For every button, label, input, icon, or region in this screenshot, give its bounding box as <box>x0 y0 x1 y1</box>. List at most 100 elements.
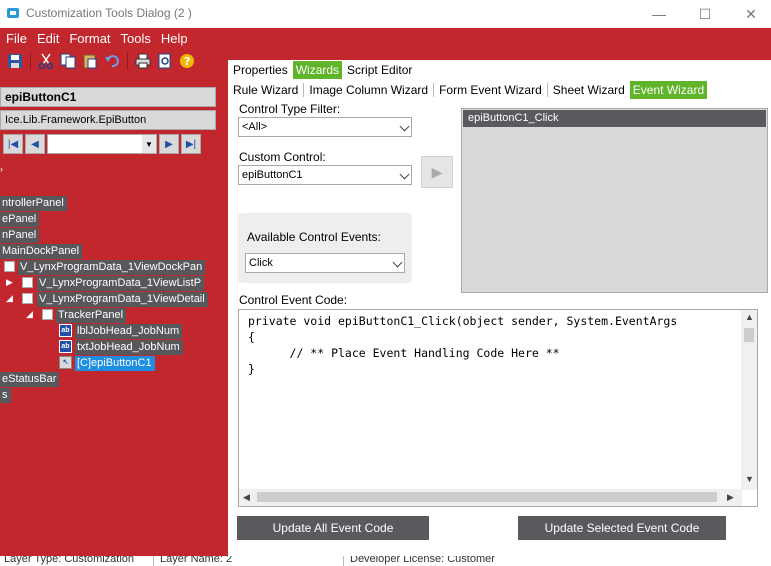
tree-scroll-marker: › <box>0 164 3 174</box>
status-divider <box>343 556 344 566</box>
scroll-down-icon[interactable]: ▼ <box>745 474 754 484</box>
next-record-icon[interactable]: ▶ <box>159 134 179 154</box>
tree-folder-icon <box>4 261 15 272</box>
event-code-editor[interactable]: private void epiButtonC1_Click(object se… <box>238 309 758 507</box>
tab-image-column-wizard[interactable]: Image Column Wizard <box>306 81 431 99</box>
tab-divider <box>546 83 548 97</box>
first-record-icon[interactable]: |◀ <box>3 134 23 154</box>
control-type-filter-value: <All> <box>242 121 268 133</box>
tree-node[interactable]: eStatusBar <box>0 372 60 387</box>
update-all-event-code-button[interactable]: Update All Event Code <box>237 516 429 540</box>
tab-rule-wizard[interactable]: Rule Wizard <box>230 81 301 99</box>
record-select[interactable]: ▼ <box>47 134 157 154</box>
toolbar-separator <box>127 52 128 70</box>
expand-arrow-icon[interactable]: ▶ <box>6 277 13 288</box>
tab-properties[interactable]: Properties <box>230 61 291 79</box>
custom-control-select[interactable]: epiButtonC1 <box>238 165 412 185</box>
tree-node[interactable]: V_LynxProgramData_1ViewListP <box>37 276 205 291</box>
scroll-up-icon[interactable]: ▲ <box>745 312 754 322</box>
tree-folder-icon <box>42 309 53 320</box>
record-navigator: |◀ ◀ ▼ ▶ ▶| <box>3 134 216 154</box>
menu-format[interactable]: Format <box>64 30 115 48</box>
last-record-icon[interactable]: ▶| <box>181 134 201 154</box>
paste-icon[interactable] <box>79 51 101 71</box>
horizontal-scrollbar[interactable]: ◀ ▶ <box>239 489 742 506</box>
tab-event-wizard[interactable]: Event Wizard <box>629 81 708 99</box>
custom-control-label: Custom Control: <box>239 150 326 164</box>
tree-folder-icon <box>22 277 33 288</box>
tab-divider <box>303 83 305 97</box>
custom-control-value: epiButtonC1 <box>242 169 303 181</box>
menu-help[interactable]: Help <box>156 30 193 48</box>
control-event-code-label: Control Event Code: <box>239 293 348 307</box>
textbox-control-icon: ab <box>59 340 72 353</box>
save-icon[interactable] <box>4 51 26 71</box>
available-events-label: Available Control Events: <box>247 230 381 244</box>
tab-divider <box>433 83 435 97</box>
status-developer-license: Developer License: Customer <box>350 556 495 565</box>
update-selected-event-code-button[interactable]: Update Selected Event Code <box>518 516 726 540</box>
status-divider <box>153 556 154 566</box>
minimize-button[interactable]: — <box>636 0 682 28</box>
toolbar-separator <box>30 52 31 70</box>
play-arrow-icon: ▶ <box>431 163 443 180</box>
chevron-down-icon <box>392 257 403 268</box>
menu-file[interactable]: File <box>0 30 32 48</box>
label-control-icon: ab <box>59 324 72 337</box>
app-icon <box>7 8 19 18</box>
tree-node[interactable]: MainDockPanel <box>0 244 83 259</box>
maximize-button[interactable]: ☐ <box>682 0 728 28</box>
tab-script-editor[interactable]: Script Editor <box>344 61 415 79</box>
control-type-filter-label: Control Type Filter: <box>239 102 341 116</box>
collapse-arrow-icon[interactable]: ◢ <box>6 293 13 304</box>
tree-node[interactable]: V_LynxProgramData_1ViewDockPan <box>18 260 206 275</box>
title-bar: Customization Tools Dialog (2 ) — ☐ ✕ <box>0 0 771 28</box>
status-bar: Layer Type: Customization Layer Name: 2 … <box>0 556 771 566</box>
control-name-field: epiButtonC1 <box>0 87 216 107</box>
close-button[interactable]: ✕ <box>728 0 771 28</box>
add-event-button[interactable]: ▶ <box>421 156 453 188</box>
help-icon[interactable]: ? <box>176 51 198 71</box>
tree-node[interactable]: txtJobHead_JobNum <box>75 340 183 355</box>
available-events-value: Click <box>249 257 273 269</box>
tree-node[interactable]: lblJobHead_JobNum <box>75 324 183 339</box>
tree-node[interactable]: ePanel <box>0 212 40 227</box>
wizard-tabs: Rule Wizard Image Column Wizard Form Eve… <box>228 80 771 100</box>
status-layer-type: Layer Type: Customization <box>4 556 135 565</box>
tab-sheet-wizard[interactable]: Sheet Wizard <box>550 81 628 99</box>
control-type-filter-select[interactable]: <All> <box>238 117 412 137</box>
scroll-right-icon[interactable]: ▶ <box>727 492 734 503</box>
event-code-text[interactable]: private void epiButtonC1_Click(object se… <box>248 313 743 377</box>
collapse-arrow-icon[interactable]: ◢ <box>26 309 33 320</box>
chevron-down-icon <box>399 169 410 180</box>
tree-node-selected[interactable]: [C]epiButtonC1 <box>75 356 155 371</box>
event-list[interactable]: epiButtonC1_Click <box>461 108 768 293</box>
scroll-left-icon[interactable]: ◀ <box>243 492 250 503</box>
svg-text:?: ? <box>184 55 190 68</box>
print-icon[interactable] <box>132 51 154 71</box>
control-type-field: Ice.Lib.Framework.EpiButton <box>0 110 216 130</box>
print-preview-icon[interactable] <box>154 51 176 71</box>
available-events-select[interactable]: Click <box>245 253 405 273</box>
tree-node[interactable]: ntrollerPanel <box>0 196 67 211</box>
toolbar: ? <box>4 50 198 72</box>
vertical-scroll-thumb[interactable] <box>744 328 754 342</box>
tab-form-event-wizard[interactable]: Form Event Wizard <box>436 81 545 99</box>
tree-node[interactable]: V_LynxProgramData_1ViewDetail <box>37 292 208 307</box>
cut-icon[interactable] <box>35 51 57 71</box>
menu-edit[interactable]: Edit <box>32 30 64 48</box>
tree-node[interactable]: s <box>0 388 11 403</box>
horizontal-scroll-thumb[interactable] <box>257 492 717 502</box>
menu-bar: File Edit Format Tools Help <box>0 30 193 48</box>
event-list-item[interactable]: epiButtonC1_Click <box>463 110 766 127</box>
previous-record-icon[interactable]: ◀ <box>25 134 45 154</box>
vertical-scrollbar[interactable]: ▲ ▼ <box>741 310 757 490</box>
undo-icon[interactable] <box>101 51 123 71</box>
status-layer-name: Layer Name: 2 <box>160 556 233 565</box>
copy-icon[interactable] <box>57 51 79 71</box>
tree-node[interactable]: nPanel <box>0 228 40 243</box>
button-control-icon: ↖ <box>59 356 72 369</box>
menu-tools[interactable]: Tools <box>116 30 156 48</box>
tab-wizards[interactable]: Wizards <box>292 61 343 79</box>
tree-node[interactable]: TrackerPanel <box>56 308 127 323</box>
